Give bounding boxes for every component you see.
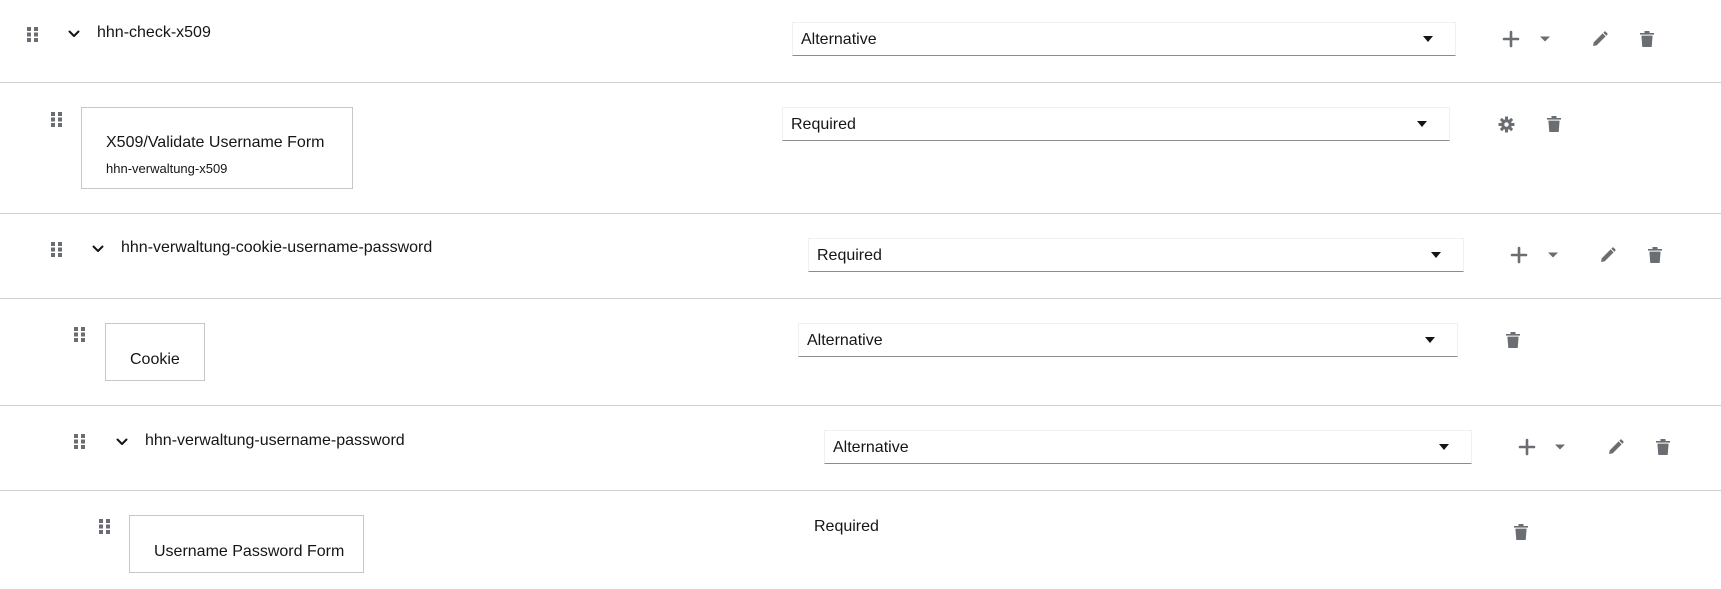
requirement-value: Required — [791, 116, 856, 133]
requirement-select[interactable]: Required — [808, 238, 1464, 272]
chevron-down-icon[interactable] — [91, 242, 105, 256]
flow-title: hhn-check-x509 — [97, 24, 211, 41]
execution-card: Cookie — [105, 323, 205, 381]
trash-icon[interactable] — [1638, 30, 1656, 48]
execution-alias: hhn-verwaltung-x509 — [106, 161, 228, 176]
drag-handle-icon[interactable] — [50, 241, 64, 257]
drag-handle-icon[interactable] — [73, 433, 87, 449]
requirement-value: Alternative — [807, 332, 883, 349]
drag-handle-icon[interactable] — [26, 26, 40, 42]
plus-icon[interactable] — [1502, 30, 1520, 48]
plus-icon[interactable] — [1518, 438, 1536, 456]
pencil-icon[interactable] — [1606, 438, 1624, 456]
caret-down-icon[interactable] — [1544, 246, 1562, 264]
pencil-icon[interactable] — [1590, 30, 1608, 48]
flow-title: hhn-verwaltung-username-password — [145, 432, 405, 449]
execution-row-x509-validate: X509/Validate Username Form hhn-verwaltu… — [0, 83, 1721, 214]
requirement-select[interactable]: Alternative — [792, 22, 1456, 56]
pencil-icon[interactable] — [1598, 246, 1616, 264]
execution-row-username-password-form: Username Password Form Required — [0, 491, 1721, 589]
chevron-down-icon[interactable] — [115, 435, 129, 449]
trash-icon[interactable] — [1545, 115, 1563, 133]
execution-title: X509/Validate Username Form — [106, 134, 325, 151]
execution-card: X509/Validate Username Form hhn-verwaltu… — [81, 107, 353, 189]
requirement-value: Required — [817, 247, 882, 264]
execution-card: Username Password Form — [129, 515, 364, 573]
requirement-value: Alternative — [833, 439, 909, 456]
select-caret-icon — [1431, 252, 1441, 258]
flow-row-cookie-username-password: hhn-verwaltung-cookie-username-password … — [0, 214, 1721, 299]
trash-icon[interactable] — [1646, 246, 1664, 264]
flow-row-username-password: hhn-verwaltung-username-password Alterna… — [0, 406, 1721, 491]
drag-handle-icon[interactable] — [98, 518, 112, 534]
chevron-down-icon[interactable] — [67, 27, 81, 41]
gear-icon[interactable] — [1497, 115, 1515, 133]
flow-row-hhn-check-x509: hhn-check-x509 Alternative — [0, 0, 1721, 83]
requirement-select[interactable]: Alternative — [798, 323, 1458, 357]
trash-icon[interactable] — [1654, 438, 1672, 456]
execution-title: Cookie — [130, 351, 180, 368]
plus-icon[interactable] — [1510, 246, 1528, 264]
trash-icon[interactable] — [1504, 331, 1522, 349]
caret-down-icon[interactable] — [1551, 438, 1569, 456]
select-caret-icon — [1423, 36, 1433, 42]
select-caret-icon — [1425, 337, 1435, 343]
execution-title: Username Password Form — [154, 543, 345, 560]
flow-title: hhn-verwaltung-cookie-username-password — [121, 239, 433, 256]
select-caret-icon — [1417, 121, 1427, 127]
drag-handle-icon[interactable] — [73, 326, 87, 342]
trash-icon[interactable] — [1512, 523, 1530, 541]
requirement-select[interactable]: Required — [782, 107, 1450, 141]
requirement-select[interactable]: Alternative — [824, 430, 1472, 464]
execution-row-cookie: Cookie Alternative — [0, 299, 1721, 406]
caret-down-icon[interactable] — [1536, 30, 1554, 48]
select-caret-icon — [1439, 444, 1449, 450]
drag-handle-icon[interactable] — [50, 111, 64, 127]
requirement-value: Alternative — [801, 31, 877, 48]
requirement-label: Required — [814, 518, 879, 535]
